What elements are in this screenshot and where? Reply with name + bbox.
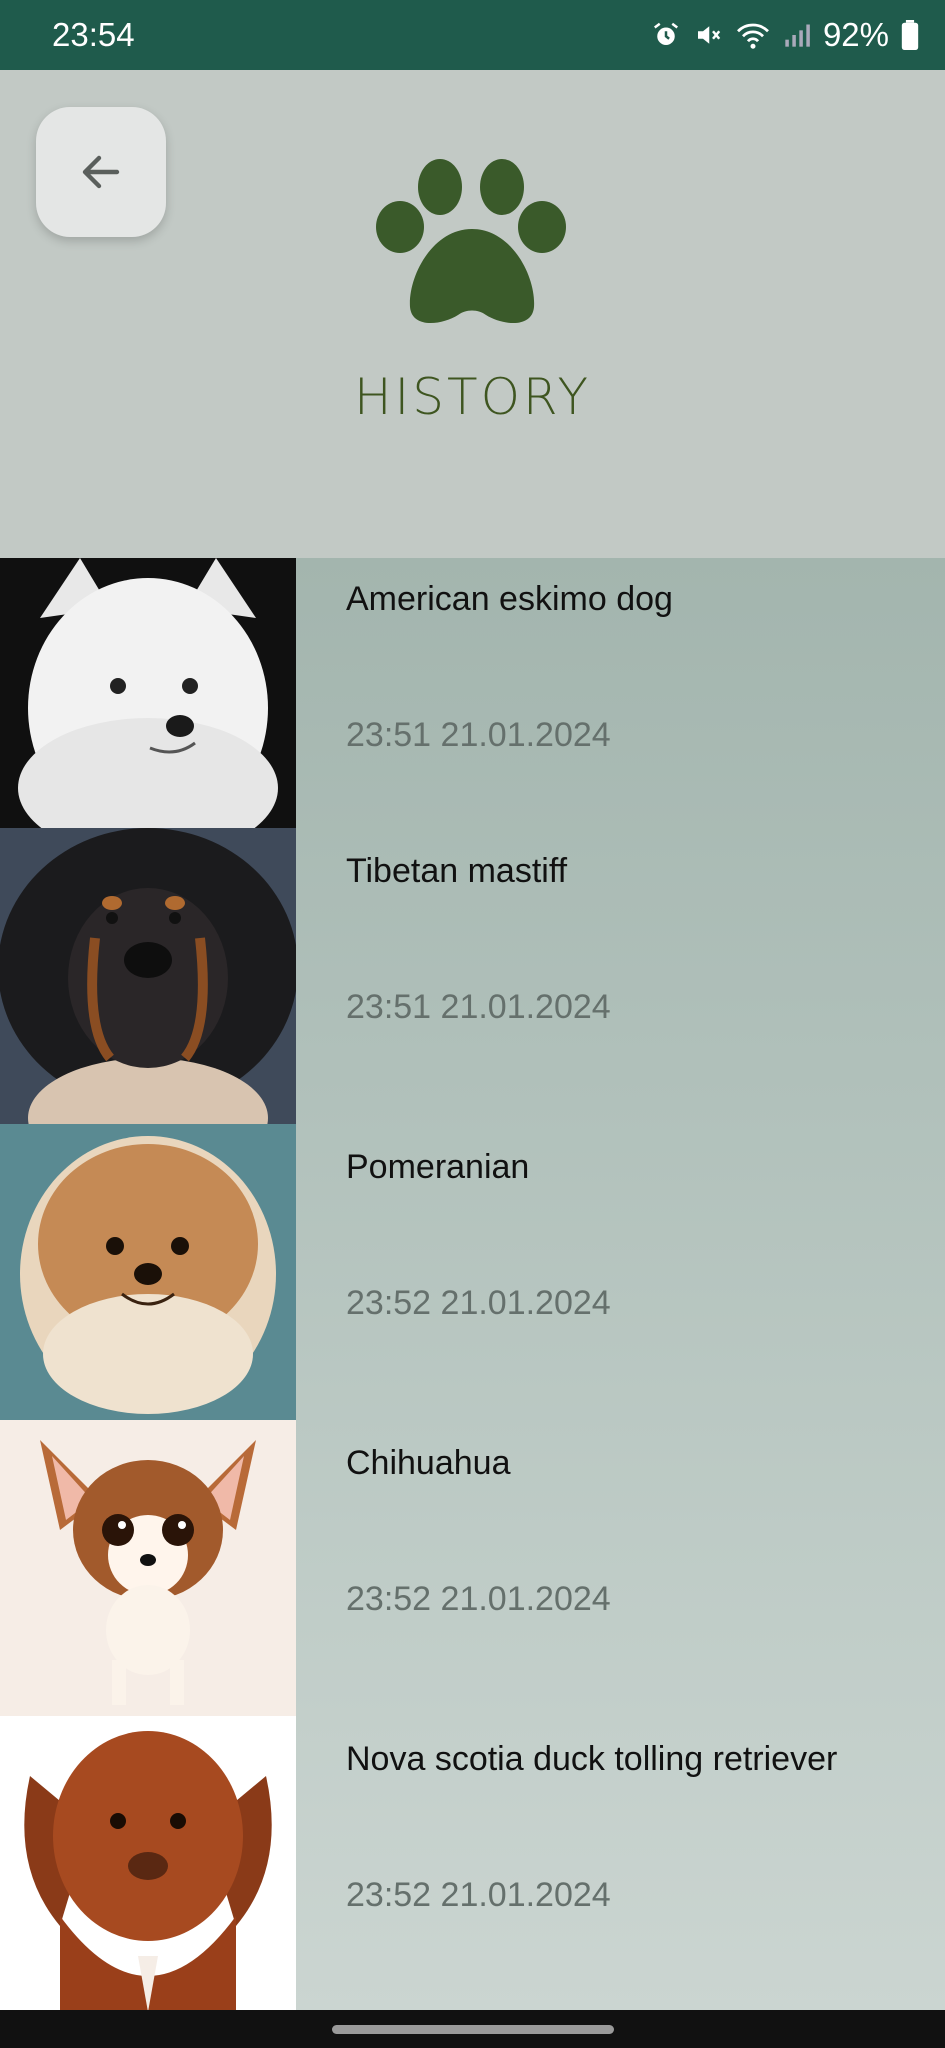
history-item[interactable]: American eskimo dog 23:51 21.01.2024 — [0, 558, 945, 828]
breed-name: Nova scotia duck tolling retriever — [346, 1740, 838, 1778]
timestamp: 23:52 21.01.2024 — [346, 1876, 611, 1914]
status-time: 23:54 — [52, 16, 135, 53]
back-button[interactable] — [36, 107, 166, 237]
history-item[interactable]: Nova scotia duck tolling retriever 23:52… — [0, 1716, 945, 2012]
status-icons: 92% — [651, 16, 919, 54]
mute-icon — [697, 26, 721, 44]
paw-icon — [376, 159, 566, 324]
header: HISTORY — [0, 70, 945, 558]
breed-name: American eskimo dog — [346, 580, 673, 618]
timestamp: 23:51 21.01.2024 — [346, 716, 611, 754]
timestamp: 23:52 21.01.2024 — [346, 1284, 611, 1322]
dog-image — [0, 558, 296, 828]
arrow-left-icon — [82, 155, 120, 189]
dog-image — [0, 1124, 296, 1420]
breed-name: Tibetan mastiff — [346, 852, 568, 890]
timestamp: 23:51 21.01.2024 — [346, 988, 611, 1026]
battery-text: 92% — [822, 16, 889, 53]
page-title: HISTORY — [353, 368, 592, 426]
history-item[interactable]: Pomeranian 23:52 21.01.2024 — [0, 1124, 945, 1420]
history-item[interactable]: Tibetan mastiff 23:51 21.01.2024 — [0, 828, 945, 1124]
navigation-bar — [0, 2010, 945, 2048]
history-item[interactable]: Chihuahua 23:52 21.01.2024 — [0, 1420, 945, 1716]
dog-image — [0, 1420, 296, 1716]
breed-name: Chihuahua — [346, 1444, 511, 1482]
signal-icon — [785, 24, 810, 47]
alarm-icon — [653, 22, 678, 45]
history-list: American eskimo dog 23:51 21.01.2024 Tib… — [0, 558, 945, 2012]
timestamp: 23:52 21.01.2024 — [346, 1580, 611, 1618]
breed-name: Pomeranian — [346, 1148, 530, 1186]
battery-icon — [901, 20, 919, 50]
dog-image — [0, 828, 296, 1124]
dog-image — [0, 1716, 296, 2012]
status-bar: 23:54 92% — [0, 0, 945, 70]
wifi-icon — [736, 23, 769, 49]
home-indicator[interactable] — [332, 2025, 614, 2034]
